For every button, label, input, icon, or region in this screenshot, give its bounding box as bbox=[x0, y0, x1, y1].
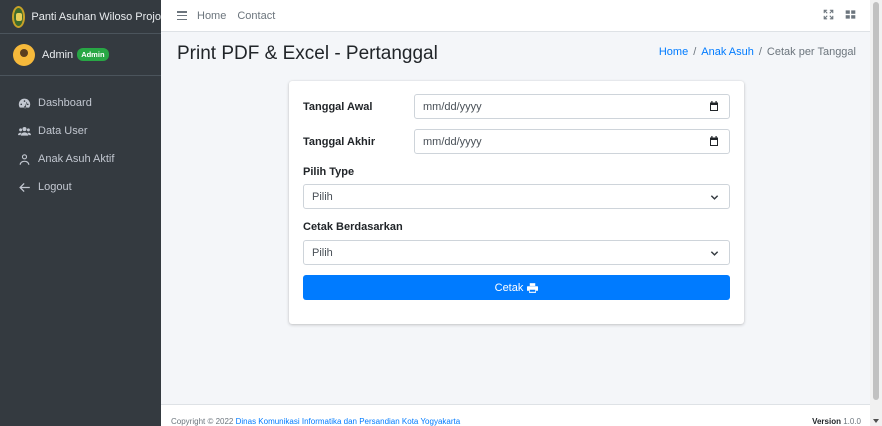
emblem-logo bbox=[12, 5, 26, 28]
sidebar-item-dashboard[interactable]: Dashboard bbox=[0, 89, 161, 117]
tanggal-awal-placeholder: mm/dd/yyyy bbox=[423, 100, 482, 113]
cetak-berdasarkan-value: Pilih bbox=[312, 246, 333, 259]
sidebar-item-label: Dashboard bbox=[38, 97, 92, 109]
tanggal-awal-label: Tanggal Awal bbox=[303, 101, 373, 113]
brand-link[interactable]: Panti Asuhan Wiloso Projo bbox=[0, 0, 161, 34]
breadcrumb-current: Cetak per Tanggal bbox=[766, 46, 856, 58]
print-form-card: Tanggal Awal mm/dd/yyyy Tanggal Akhir mm… bbox=[289, 81, 744, 324]
sidebar-item-label: Logout bbox=[38, 181, 72, 193]
grid-icon[interactable] bbox=[845, 9, 856, 23]
user-icon bbox=[18, 153, 31, 166]
breadcrumb-separator: / bbox=[758, 46, 762, 58]
nav-link-home[interactable]: Home bbox=[197, 10, 226, 22]
tanggal-awal-input[interactable]: mm/dd/yyyy bbox=[414, 94, 730, 119]
sidebar-item-data-user[interactable]: Data User bbox=[0, 117, 161, 145]
tanggal-akhir-label: Tanggal Akhir bbox=[303, 136, 376, 148]
navbar-right bbox=[823, 9, 856, 23]
sidebar-item-anak-asuh-aktif[interactable]: Anak Asuh Aktif bbox=[0, 145, 161, 173]
users-icon bbox=[18, 125, 31, 138]
avatar bbox=[13, 43, 35, 66]
footer: Copyright © 2022 Dinas Komunikasi Inform… bbox=[161, 404, 870, 426]
calendar-icon[interactable] bbox=[709, 101, 719, 112]
page-title: Print PDF & Excel - Pertanggal bbox=[177, 43, 438, 64]
arrow-left-icon bbox=[18, 181, 31, 194]
copyright-text: Copyright © 2022 bbox=[171, 417, 234, 426]
nav-link-contact[interactable]: Contact bbox=[237, 10, 275, 22]
breadcrumb-anak-asuh[interactable]: Anak Asuh bbox=[701, 46, 754, 58]
footer-copyright: Copyright © 2022 Dinas Komunikasi Inform… bbox=[171, 417, 460, 426]
menu-toggle-icon[interactable] bbox=[177, 11, 187, 20]
expand-icon[interactable] bbox=[823, 9, 834, 23]
cetak-button[interactable]: Cetak bbox=[303, 275, 730, 300]
scroll-down-arrow-icon[interactable] bbox=[873, 419, 879, 423]
tachometer-icon bbox=[18, 97, 31, 110]
user-panel: Admin Admin bbox=[0, 34, 161, 76]
version-label: Version bbox=[812, 417, 841, 426]
status-badge: Admin bbox=[77, 48, 109, 61]
cetak-button-label: Cetak bbox=[494, 281, 524, 294]
chevron-down-icon bbox=[710, 251, 719, 256]
version-number: 1.0.0 bbox=[843, 417, 861, 426]
calendar-icon[interactable] bbox=[709, 136, 719, 147]
scrollbar-thumb[interactable] bbox=[873, 2, 879, 400]
top-navbar: Home Contact bbox=[161, 0, 870, 32]
breadcrumb-separator: / bbox=[693, 46, 697, 58]
chevron-down-icon bbox=[710, 195, 719, 200]
cetak-berdasarkan-select[interactable]: Pilih bbox=[303, 240, 730, 265]
breadcrumb-home[interactable]: Home bbox=[659, 46, 688, 58]
pilih-type-label: Pilih Type bbox=[303, 166, 355, 178]
pilih-type-select[interactable]: Pilih bbox=[303, 184, 730, 209]
footer-version: Version 1.0.0 bbox=[812, 417, 861, 426]
page-scrollbar[interactable] bbox=[870, 0, 882, 426]
pilih-type-value: Pilih bbox=[312, 190, 333, 203]
breadcrumb: Home / Anak Asuh / Cetak per Tanggal bbox=[659, 46, 856, 58]
brand-text: Panti Asuhan Wiloso Projo bbox=[31, 10, 161, 23]
sidebar-item-logout[interactable]: Logout bbox=[0, 173, 161, 201]
tanggal-akhir-placeholder: mm/dd/yyyy bbox=[423, 135, 482, 148]
print-icon bbox=[527, 282, 539, 293]
sidebar-nav: Dashboard Data User Anak Asuh Aktif Logo… bbox=[0, 76, 161, 201]
cetak-berdasarkan-label: Cetak Berdasarkan bbox=[303, 221, 403, 233]
footer-org-link[interactable]: Dinas Komunikasi Informatika dan Persand… bbox=[236, 417, 461, 426]
sidebar: Panti Asuhan Wiloso Projo Admin Admin Da… bbox=[0, 0, 161, 426]
sidebar-item-label: Data User bbox=[38, 125, 88, 137]
user-name[interactable]: Admin bbox=[42, 49, 73, 61]
tanggal-akhir-input[interactable]: mm/dd/yyyy bbox=[414, 129, 730, 154]
sidebar-item-label: Anak Asuh Aktif bbox=[38, 153, 115, 165]
